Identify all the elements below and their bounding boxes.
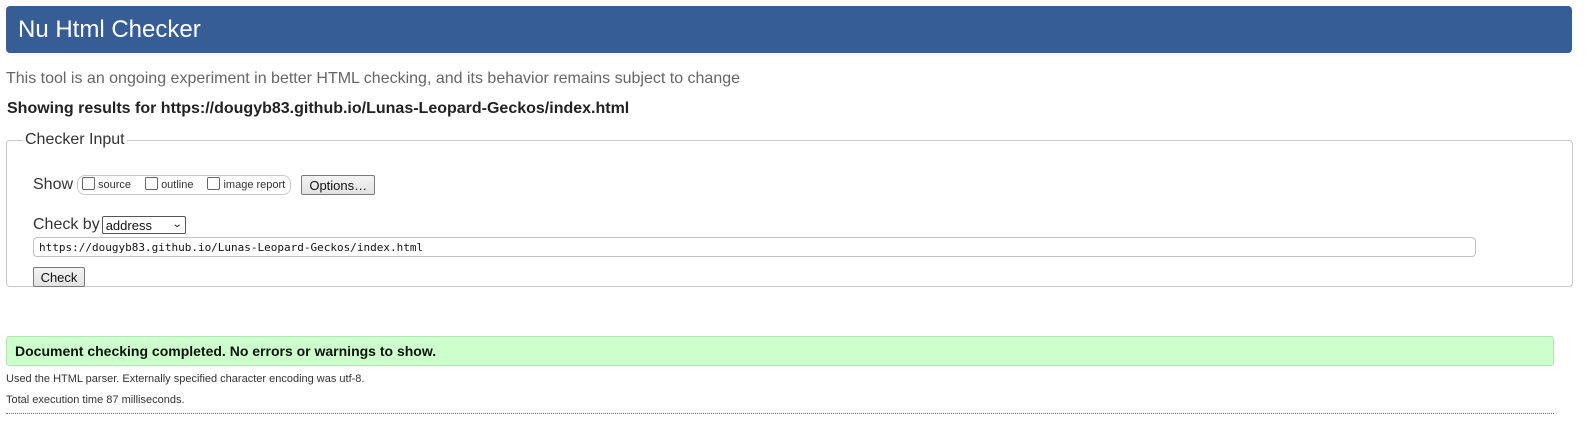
checker-input-panel: Checker Input Show source outline image … bbox=[6, 131, 1573, 287]
tagline: This tool is an ongoing experiment in be… bbox=[6, 70, 741, 87]
parser-info: Used the HTML parser. Externally specifi… bbox=[6, 373, 365, 385]
show-row: Show source outline image report Options… bbox=[33, 175, 376, 195]
results-heading: Showing results for https://dougyb83.git… bbox=[7, 100, 630, 117]
checkbox-box[interactable] bbox=[82, 176, 96, 190]
chevron-down-icon: ⌄ bbox=[172, 219, 183, 230]
page: Nu Html Checker This tool is an ongoing … bbox=[0, 0, 1587, 436]
divider bbox=[6, 413, 1554, 414]
show-options-group: source outline image report bbox=[77, 175, 292, 195]
checker-input-legend: Checker Input bbox=[25, 131, 125, 148]
url-input[interactable]: https://dougyb83.github.io/Lunas-Leopard… bbox=[33, 237, 1476, 257]
check-button[interactable]: Check bbox=[33, 267, 85, 287]
show-image-report-label: image report bbox=[223, 179, 286, 191]
show-outline-label: outline bbox=[161, 179, 194, 191]
check-by-row: Check by address ⌄ bbox=[33, 216, 186, 234]
page-title: Nu Html Checker bbox=[18, 15, 201, 43]
execution-time: Total execution time 87 milliseconds. bbox=[6, 394, 185, 406]
checkbox-box[interactable] bbox=[207, 176, 221, 190]
show-label: Show bbox=[33, 176, 74, 193]
show-source-checkbox[interactable]: source bbox=[82, 176, 132, 192]
success-message: Document checking completed. No errors o… bbox=[6, 336, 1554, 366]
show-source-label: source bbox=[98, 179, 132, 191]
checkbox-box[interactable] bbox=[145, 176, 159, 190]
check-by-selected-value: address bbox=[105, 217, 152, 233]
app-header: Nu Html Checker bbox=[6, 6, 1572, 53]
check-by-label: Check by bbox=[33, 216, 100, 233]
options-button[interactable]: Options… bbox=[301, 175, 376, 195]
show-outline-checkbox[interactable]: outline bbox=[145, 176, 194, 192]
check-by-select[interactable]: address ⌄ bbox=[101, 216, 186, 234]
show-image-report-checkbox[interactable]: image report bbox=[207, 176, 286, 192]
